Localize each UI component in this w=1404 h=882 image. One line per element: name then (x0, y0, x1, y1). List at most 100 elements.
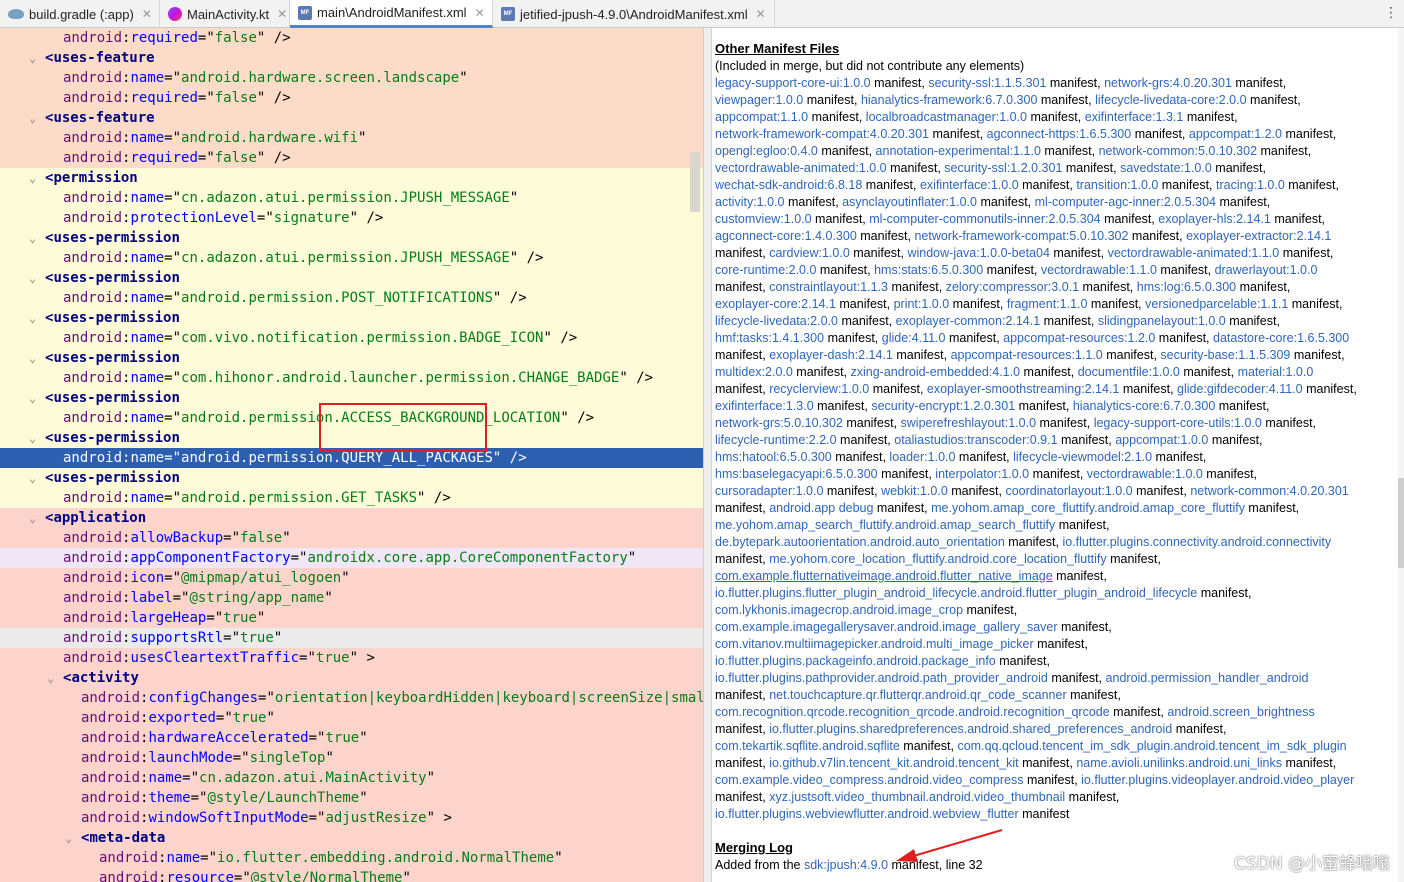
fold-chevron-icon[interactable]: ⌄ (29, 268, 36, 288)
library-manifest-link[interactable]: glide:gifdecoder:4.11.0 (1177, 382, 1303, 396)
code-line-attribute[interactable]: android:usesCleartextTraffic="true" > (0, 648, 703, 668)
library-manifest-link[interactable]: security-ssl:1.1.5.301 (928, 76, 1046, 90)
library-manifest-link[interactable]: ml-computer-agc-inner:2.0.5.304 (1035, 195, 1216, 209)
tab-jpush-manifest[interactable]: MF jetified-jpush-4.9.0\AndroidManifest.… (493, 0, 775, 28)
library-manifest-link[interactable]: io.flutter.plugins.connectivity.android.… (1062, 535, 1331, 549)
close-icon[interactable]: ✕ (475, 6, 485, 20)
library-manifest-link[interactable]: cardview:1.0.0 (769, 246, 850, 260)
library-manifest-link[interactable]: de.bytepark.autoorientation.android.auto… (715, 535, 1005, 549)
fold-chevron-icon[interactable]: ⌄ (29, 388, 36, 408)
fold-chevron-icon[interactable]: ⌄ (29, 108, 36, 128)
code-line-attribute[interactable]: android:supportsRtl="true" (0, 628, 703, 648)
library-manifest-link[interactable]: exoplayer-extractor:2.14.1 (1186, 229, 1331, 243)
tab-main-manifest[interactable]: MF main\AndroidManifest.xml ✕ (290, 0, 493, 28)
code-line-attribute[interactable]: android:name="io.flutter.embedding.andro… (0, 848, 703, 868)
library-manifest-link[interactable]: coordinatorlayout:1.0.0 (1005, 484, 1132, 498)
library-manifest-link[interactable]: activity:1.0.0 (715, 195, 784, 209)
library-manifest-link[interactable]: security-ssl:1.2.0.301 (944, 161, 1062, 175)
library-manifest-link[interactable]: zxing-android-embedded:4.1.0 (851, 365, 1021, 379)
library-manifest-link[interactable]: exoplayer-core:2.14.1 (715, 297, 836, 311)
library-manifest-link[interactable]: network-common:4.0.20.301 (1190, 484, 1348, 498)
library-manifest-link[interactable]: interpolator:1.0.0 (935, 467, 1029, 481)
code-line-attribute[interactable]: android:resource="@style/NormalTheme" (0, 868, 703, 882)
code-line-tag[interactable]: ⌄ <meta-data (0, 828, 703, 848)
code-line-tag[interactable]: ⌄ <uses-permission (0, 268, 703, 288)
code-line-attribute[interactable]: android:hardwareAccelerated="true" (0, 728, 703, 748)
library-manifest-link[interactable]: opengl:egloo:0.4.0 (715, 144, 818, 158)
library-manifest-link[interactable]: me.yohom.amap_core_fluttify.android.amap… (931, 501, 1245, 515)
library-manifest-link[interactable]: ml-computer-commonutils-inner:2.0.5.304 (869, 212, 1100, 226)
library-manifest-link[interactable]: android.app debug (769, 501, 873, 515)
code-line-attribute[interactable]: android:required="false" /> (0, 28, 703, 48)
library-manifest-link[interactable]: com.vitanov.multiimagepicker.android.mul… (715, 637, 1034, 651)
library-manifest-link[interactable]: lifecycle-runtime:2.2.0 (715, 433, 837, 447)
fold-chevron-icon[interactable]: ⌄ (29, 168, 36, 188)
library-manifest-link[interactable]: fragment:1.1.0 (1007, 297, 1088, 311)
fold-chevron-icon[interactable]: ⌄ (29, 48, 36, 68)
code-line-attribute[interactable]: android:theme="@style/LaunchTheme" (0, 788, 703, 808)
code-line-attribute[interactable]: android:required="false" /> (0, 88, 703, 108)
code-line-attribute[interactable]: android:name="android.hardware.wifi" (0, 128, 703, 148)
more-tabs-icon[interactable]: ⋮ (1384, 5, 1398, 21)
code-line-attribute[interactable]: android:name="cn.adazon.atui.permission.… (0, 188, 703, 208)
code-line-tag[interactable]: ⌄ <permission (0, 168, 703, 188)
code-line-attribute[interactable]: android:appComponentFactory="androidx.co… (0, 548, 703, 568)
library-manifest-link[interactable]: lifecycle-livedata-core:2.0.0 (1095, 93, 1246, 107)
library-manifest-link[interactable]: com.qq.qcloud.tencent_im_sdk_plugin.andr… (957, 739, 1346, 753)
code-line-attribute[interactable]: android:name="android.hardware.screen.la… (0, 68, 703, 88)
library-manifest-link[interactable]: viewpager:1.0.0 (715, 93, 803, 107)
library-manifest-link[interactable]: drawerlayout:1.0.0 (1215, 263, 1318, 277)
fold-chevron-icon[interactable]: ⌄ (29, 348, 36, 368)
library-manifest-link[interactable]: core-runtime:2.0.0 (715, 263, 816, 277)
library-manifest-link[interactable]: swiperefreshlayout:1.0.0 (901, 416, 1037, 430)
library-manifest-link[interactable]: glide:4.11.0 (882, 331, 946, 345)
code-line-attribute[interactable]: android:configChanges="orientation|keybo… (0, 688, 703, 708)
library-manifest-link[interactable]: asynclayoutinflater:1.0.0 (842, 195, 977, 209)
library-manifest-link[interactable]: com.tekartik.sqflite.android.sqflite (715, 739, 900, 753)
library-manifest-link[interactable]: exoplayer-dash:2.14.1 (769, 348, 893, 362)
library-manifest-link[interactable]: legacy-support-core-utils:1.0.0 (1094, 416, 1262, 430)
code-line-tag[interactable]: ⌄ <application (0, 508, 703, 528)
code-line-tag[interactable]: ⌄ <uses-permission (0, 228, 703, 248)
library-manifest-link[interactable]: network-grs:4.0.20.301 (1104, 76, 1232, 90)
code-line-attribute[interactable]: android:name="com.vivo.notification.perm… (0, 328, 703, 348)
library-manifest-link[interactable]: multidex:2.0.0 (715, 365, 793, 379)
library-manifest-link[interactable]: appcompat:1.1.0 (715, 110, 808, 124)
library-manifest-link[interactable]: lifecycle-viewmodel:2.1.0 (1013, 450, 1152, 464)
tab-mainactivity[interactable]: MainActivity.kt ✕ (160, 0, 290, 28)
code-line-attribute[interactable]: android:icon="@mipmap/atui_logoen" (0, 568, 703, 588)
code-line-tag[interactable]: ⌄ <uses-feature (0, 108, 703, 128)
library-manifest-link[interactable]: annotation-experimental:1.1.0 (876, 144, 1041, 158)
code-line-attribute[interactable]: android:label="@string/app_name" (0, 588, 703, 608)
library-manifest-link[interactable]: otaliastudios:transcoder:0.9.1 (894, 433, 1057, 447)
close-icon[interactable]: ✕ (756, 7, 766, 21)
library-manifest-link[interactable]: xyz.justsoft.video_thumbnail.android.vid… (769, 790, 1065, 804)
library-manifest-link[interactable]: hms:hatool:6.5.0.300 (715, 450, 832, 464)
library-manifest-link[interactable]: exoplayer-common:2.14.1 (896, 314, 1041, 328)
library-manifest-link[interactable]: datastore-core:1.6.5.300 (1213, 331, 1349, 345)
library-manifest-link[interactable]: customview:1.0.0 (715, 212, 812, 226)
library-manifest-link[interactable]: io.github.v7lin.tencent_kit.android.tenc… (769, 756, 1018, 770)
library-manifest-link[interactable]: io.flutter.plugins.videoplayer.android.v… (1081, 773, 1354, 787)
library-manifest-link[interactable]: appcompat-resources:1.1.0 (951, 348, 1103, 362)
library-manifest-link[interactable]: exifinterface:1.3.1 (1085, 110, 1184, 124)
library-manifest-link[interactable]: material:1.0.0 (1238, 365, 1314, 379)
library-manifest-link[interactable]: io.flutter.plugins.packageinfo.android.p… (715, 654, 996, 668)
scrollbar-thumb[interactable] (1398, 478, 1404, 568)
library-manifest-link[interactable]: hms:baselegacyapi:6.5.0.300 (715, 467, 878, 481)
fold-chevron-icon[interactable]: ⌄ (65, 828, 72, 848)
library-manifest-link[interactable]: zelory:compressor:3.0.1 (946, 280, 1079, 294)
library-manifest-link[interactable]: exoplayer-smoothstreaming:2.14.1 (927, 382, 1119, 396)
library-manifest-link[interactable]: exoplayer-hls:2.14.1 (1158, 212, 1271, 226)
code-line-tag[interactable]: ⌄ <uses-permission (0, 468, 703, 488)
library-manifest-link[interactable]: android.screen_brightness (1167, 705, 1314, 719)
code-line-attribute[interactable]: android:launchMode="singleTop" (0, 748, 703, 768)
code-line-attribute[interactable]: android:name="cn.adazon.atui.permission.… (0, 248, 703, 268)
code-line-attribute[interactable]: android:name="com.hihonor.android.launch… (0, 368, 703, 388)
library-manifest-link[interactable]: hmf:tasks:1.4.1.300 (715, 331, 824, 345)
library-manifest-link[interactable]: com.lykhonis.imagecrop.android.image_cro… (715, 603, 963, 617)
code-line-attribute[interactable]: android:name="android.permission.GET_TAS… (0, 488, 703, 508)
fold-chevron-icon[interactable]: ⌄ (29, 428, 36, 448)
code-line-attribute[interactable]: android:name="android.permission.POST_NO… (0, 288, 703, 308)
fold-chevron-icon[interactable]: ⌄ (29, 468, 36, 488)
